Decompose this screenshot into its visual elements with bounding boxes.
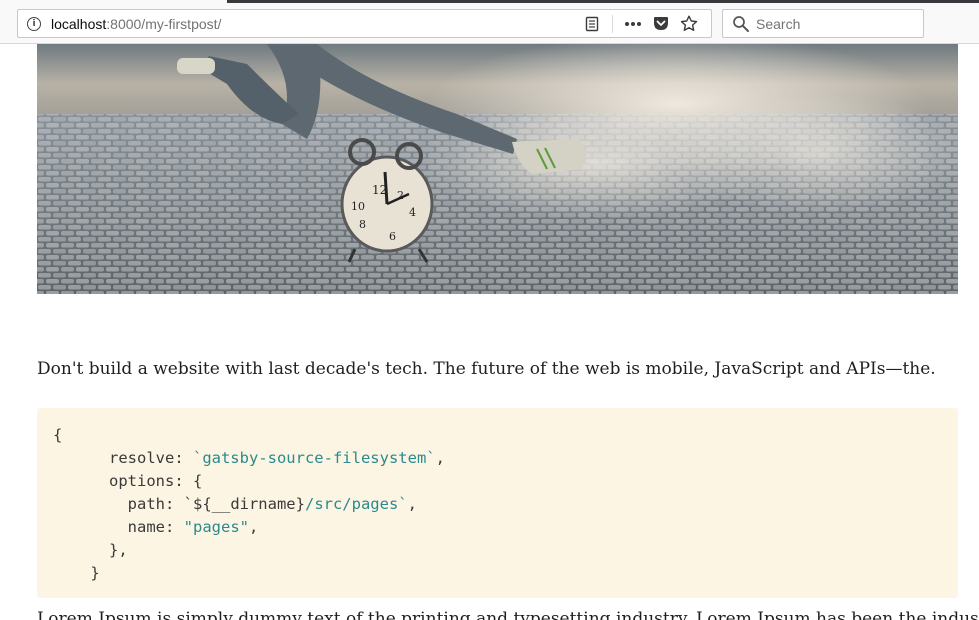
url-text[interactable]: localhost:8000/my-firstpost/	[51, 16, 221, 32]
svg-text:6: 6	[389, 230, 396, 243]
tab-strip-accent	[227, 0, 979, 3]
code-token: {	[53, 426, 63, 444]
page-actions-icon[interactable]	[619, 10, 647, 37]
code-line: }	[53, 562, 958, 585]
code-token: resolve:	[53, 449, 193, 467]
svg-text:10: 10	[351, 200, 365, 213]
svg-text:8: 8	[359, 218, 366, 231]
url-path: :8000/my-firstpost/	[106, 15, 222, 32]
code-token: name:	[53, 518, 184, 536]
url-host: localhost	[51, 15, 107, 32]
hero-image: 12 2 4 6 8 10	[37, 44, 958, 294]
code-line: path: `${__dirname}/src/pages`,	[53, 493, 958, 516]
code-token: ,	[407, 495, 417, 513]
code-token: ,	[435, 449, 445, 467]
search-bar[interactable]	[722, 9, 924, 38]
reader-view-icon[interactable]	[578, 10, 606, 37]
code-token: }	[53, 564, 100, 582]
article-paragraph: Don't build a website with last decade's…	[37, 359, 936, 379]
code-line: {	[53, 424, 958, 447]
code-line: },	[53, 539, 958, 562]
code-token: },	[53, 541, 128, 559]
browser-toolbar: i localhost:8000/my-firstpost/	[0, 0, 979, 44]
url-bar-separator	[612, 14, 613, 33]
bookmark-star-icon[interactable]	[675, 10, 703, 37]
code-token: options: {	[53, 472, 203, 490]
svg-text:12: 12	[372, 183, 387, 197]
code-line: resolve: `gatsby-source-filesystem`,	[53, 447, 958, 470]
code-string-token: /src/pages`	[304, 495, 408, 513]
code-line: options: {	[53, 470, 958, 493]
search-icon	[733, 15, 749, 32]
code-block: { resolve: `gatsby-source-filesystem`, o…	[37, 408, 958, 598]
code-line: name: "pages",	[53, 516, 958, 539]
code-string-token: "pages"	[183, 518, 249, 536]
url-bar[interactable]: i localhost:8000/my-firstpost/	[17, 9, 712, 38]
pocket-icon[interactable]	[647, 10, 675, 37]
article-paragraph-2: Lorem Ipsum is simply dummy text of the …	[37, 609, 979, 620]
code-token: path:	[53, 495, 184, 513]
info-icon[interactable]: i	[27, 16, 41, 31]
code-token: `${__dirname}	[183, 495, 305, 513]
search-input[interactable]	[756, 15, 916, 32]
svg-text:4: 4	[409, 206, 416, 219]
url-bar-actions	[578, 10, 703, 37]
code-string-token: `gatsby-source-filesystem`	[192, 449, 436, 467]
code-token: ,	[248, 518, 259, 536]
svg-text:2: 2	[397, 189, 404, 202]
